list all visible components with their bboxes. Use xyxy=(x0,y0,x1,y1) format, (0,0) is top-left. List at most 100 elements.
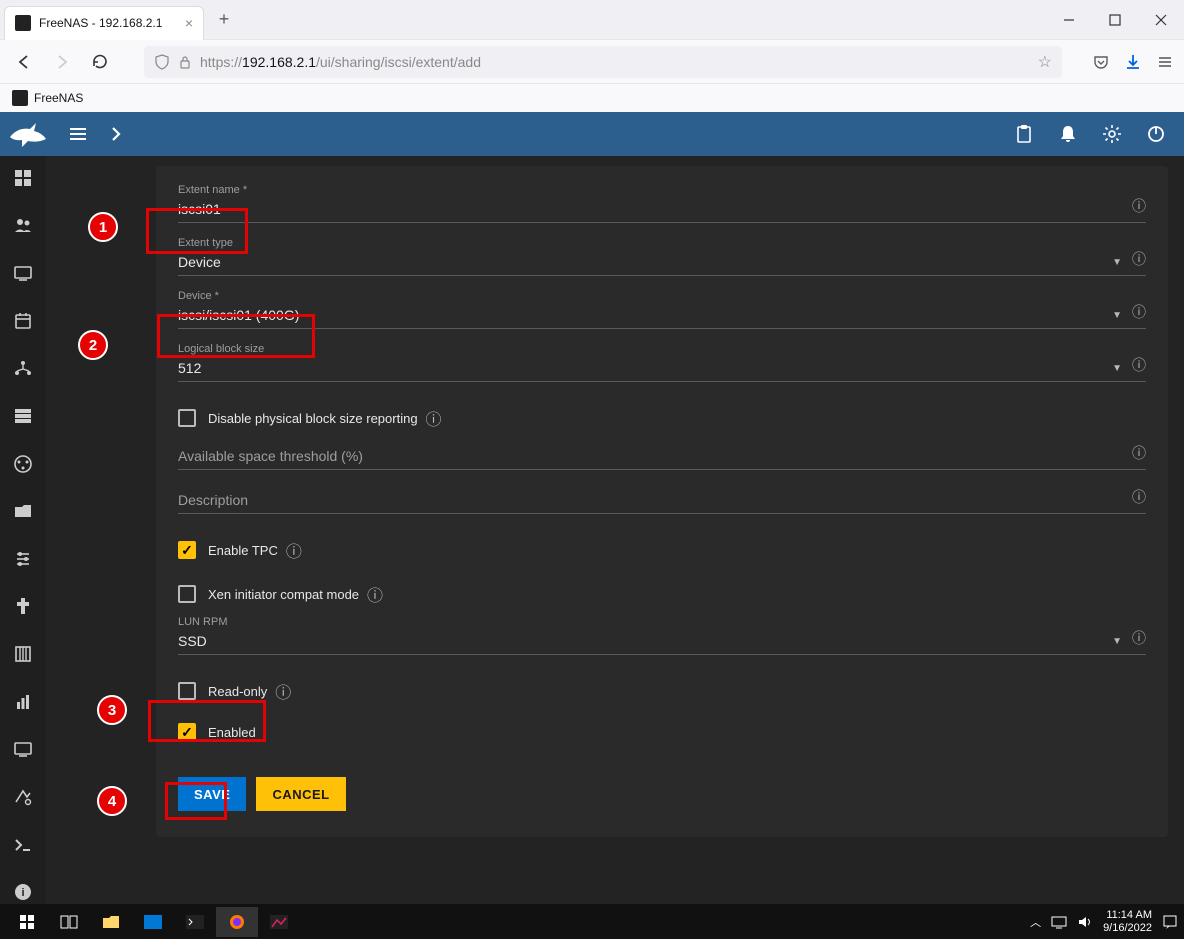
hamburger-menu-icon[interactable] xyxy=(67,123,91,145)
chevron-down-icon: ▼ xyxy=(1112,310,1122,321)
help-icon[interactable]: ⓘ xyxy=(1132,443,1146,463)
nav-accounts-icon[interactable] xyxy=(11,214,35,238)
tray-chevron-up-icon[interactable]: ︿ xyxy=(1030,914,1041,930)
nav-guide-icon[interactable]: i xyxy=(11,880,35,904)
taskbar-app[interactable] xyxy=(258,907,300,937)
nav-system-icon[interactable] xyxy=(11,261,35,285)
extent-type-field[interactable]: Extent type Device▼ⓘ xyxy=(178,237,1146,276)
app-top-bar xyxy=(0,112,1184,156)
browser-toolbar: https://192.168.2.1/ui/sharing/iscsi/ext… xyxy=(0,40,1184,84)
checkbox-icon[interactable] xyxy=(178,585,196,603)
main-content: Extent name * ⓘ Extent type Device▼ⓘ Dev… xyxy=(46,156,1184,904)
help-icon[interactable]: ⓘ xyxy=(426,406,442,430)
taskbar-app-firefox[interactable] xyxy=(216,907,258,937)
lock-icon xyxy=(178,55,192,69)
url-text: https://192.168.2.1/ui/sharing/iscsi/ext… xyxy=(200,54,481,70)
nav-shell-icon[interactable] xyxy=(11,833,35,857)
window-close-button[interactable] xyxy=(1138,0,1184,40)
tray-notifications-icon[interactable] xyxy=(1162,914,1178,930)
checkbox-icon[interactable]: ✓ xyxy=(178,541,196,559)
bookmark-item[interactable]: FreeNAS xyxy=(34,91,83,105)
nav-storage-icon[interactable] xyxy=(11,404,35,428)
task-view-button[interactable] xyxy=(48,907,90,937)
help-icon[interactable]: ⓘ xyxy=(1132,302,1146,322)
app-logo[interactable] xyxy=(0,112,55,156)
browser-tab[interactable]: FreeNAS - 192.168.2.1 × xyxy=(4,6,204,40)
nav-plugins-icon[interactable] xyxy=(11,595,35,619)
tray-clock[interactable]: 11:14 AM 9/16/2022 xyxy=(1103,909,1152,933)
save-button[interactable]: SAVE xyxy=(178,777,246,811)
bookmarks-bar: FreeNAS xyxy=(0,84,1184,112)
nav-dashboard-icon[interactable] xyxy=(11,166,35,190)
nav-display-icon[interactable] xyxy=(11,785,35,809)
svg-text:i: i xyxy=(21,887,24,899)
help-icon[interactable]: ⓘ xyxy=(286,538,302,562)
nav-network-icon[interactable] xyxy=(11,357,35,381)
help-icon[interactable]: ⓘ xyxy=(1132,196,1146,216)
extent-name-input[interactable] xyxy=(178,201,1146,217)
nav-services-icon[interactable] xyxy=(11,547,35,571)
tab-title: FreeNAS - 192.168.2.1 xyxy=(39,16,185,30)
new-tab-button[interactable]: + xyxy=(210,6,238,34)
chevron-right-icon[interactable] xyxy=(107,125,125,143)
bookmark-star-icon[interactable]: ☆ xyxy=(1038,52,1052,72)
description-field[interactable]: Descriptionⓘ xyxy=(178,484,1146,514)
help-icon[interactable]: ⓘ xyxy=(1132,487,1146,507)
enable-tpc-checkbox[interactable]: ✓ Enable TPC ⓘ xyxy=(178,528,1146,572)
nav-tasks-icon[interactable] xyxy=(11,309,35,333)
back-button[interactable] xyxy=(10,48,38,76)
clipboard-icon[interactable] xyxy=(1014,124,1034,144)
checkbox-icon[interactable]: ✓ xyxy=(178,723,196,741)
window-maximize-button[interactable] xyxy=(1092,0,1138,40)
forward-button[interactable] xyxy=(48,48,76,76)
tab-close-icon[interactable]: × xyxy=(185,15,193,31)
taskbar-app-explorer[interactable] xyxy=(90,907,132,937)
taskbar: ︿ 11:14 AM 9/16/2022 xyxy=(0,904,1184,939)
help-icon[interactable]: ⓘ xyxy=(275,679,291,703)
pocket-icon[interactable] xyxy=(1092,53,1110,71)
chevron-down-icon: ▼ xyxy=(1112,257,1122,268)
taskbar-app-terminal[interactable] xyxy=(174,907,216,937)
read-only-checkbox[interactable]: Read-only ⓘ xyxy=(178,669,1146,713)
bookmark-favicon xyxy=(12,90,28,106)
device-field[interactable]: Device * iscsi/iscsi01 (400G)▼ⓘ xyxy=(178,290,1146,329)
tray-volume-icon[interactable] xyxy=(1077,915,1093,929)
help-icon[interactable]: ⓘ xyxy=(1132,355,1146,375)
tab-favicon xyxy=(15,15,31,31)
xen-compat-checkbox[interactable]: Xen initiator compat mode ⓘ xyxy=(178,572,1146,616)
chevron-down-icon: ▼ xyxy=(1112,636,1122,647)
cancel-button[interactable]: CANCEL xyxy=(256,777,345,811)
side-nav: i xyxy=(0,156,46,904)
nav-directory-icon[interactable] xyxy=(11,452,35,476)
tray-network-icon[interactable] xyxy=(1051,915,1067,929)
checkbox-icon[interactable] xyxy=(178,682,196,700)
avail-space-field[interactable]: Available space threshold (%)ⓘ xyxy=(178,440,1146,470)
url-bar[interactable]: https://192.168.2.1/ui/sharing/iscsi/ext… xyxy=(144,46,1062,78)
help-icon[interactable]: ⓘ xyxy=(367,582,383,606)
help-icon[interactable]: ⓘ xyxy=(1132,628,1146,648)
chevron-down-icon: ▼ xyxy=(1112,363,1122,374)
shield-icon xyxy=(154,54,170,70)
app-menu-icon[interactable] xyxy=(1156,53,1174,71)
taskbar-app[interactable] xyxy=(132,907,174,937)
nav-jails-icon[interactable] xyxy=(11,642,35,666)
extent-name-field[interactable]: Extent name * ⓘ xyxy=(178,184,1146,223)
downloads-icon[interactable] xyxy=(1124,53,1142,71)
power-icon[interactable] xyxy=(1146,124,1166,144)
window-minimize-button[interactable] xyxy=(1046,0,1092,40)
disable-pbsr-checkbox[interactable]: Disable physical block size reporting ⓘ xyxy=(178,396,1146,440)
extent-form: Extent name * ⓘ Extent type Device▼ⓘ Dev… xyxy=(156,166,1168,837)
start-button[interactable] xyxy=(6,907,48,937)
bell-icon[interactable] xyxy=(1058,124,1078,144)
nav-reporting-icon[interactable] xyxy=(11,690,35,714)
enabled-checkbox[interactable]: ✓ Enabled xyxy=(178,713,1146,751)
lun-rpm-field[interactable]: LUN RPM SSD▼ⓘ xyxy=(178,616,1146,655)
nav-sharing-icon[interactable] xyxy=(11,499,35,523)
reload-button[interactable] xyxy=(86,48,114,76)
checkbox-icon[interactable] xyxy=(178,409,196,427)
browser-tab-strip: FreeNAS - 192.168.2.1 × + xyxy=(0,0,1184,40)
help-icon[interactable]: ⓘ xyxy=(1132,249,1146,269)
gear-icon[interactable] xyxy=(1102,124,1122,144)
nav-vm-icon[interactable] xyxy=(11,738,35,762)
logical-block-field[interactable]: Logical block size 512▼ⓘ xyxy=(178,343,1146,382)
